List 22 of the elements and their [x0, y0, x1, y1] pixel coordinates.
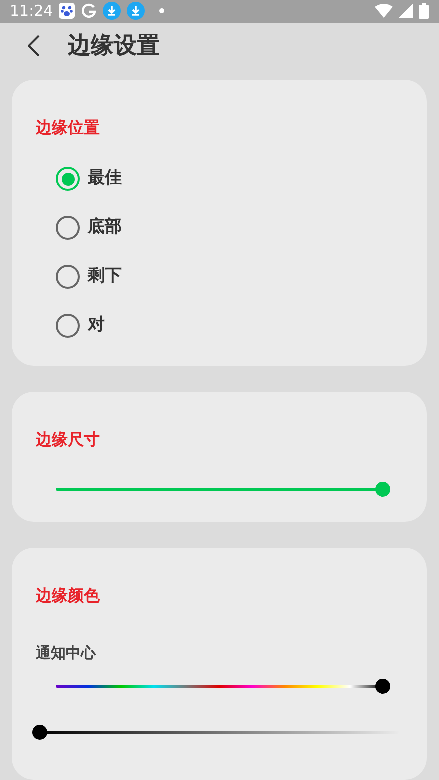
section-title: 边缘颜色 [36, 584, 101, 606]
slider-label: 通知中心 [36, 642, 98, 664]
radio-option[interactable]: 剩下 [56, 262, 403, 292]
radio-option[interactable]: 最佳 [56, 164, 403, 194]
radio-option[interactable]: 底部 [56, 212, 403, 244]
download-icon [127, 2, 146, 20]
g-logo-icon [81, 3, 98, 20]
slider-thumb[interactable] [376, 482, 390, 497]
wifi-icon [375, 4, 393, 18]
download-icon [103, 2, 122, 20]
status-time: 11:24 [10, 1, 54, 22]
signal-icon [399, 4, 413, 18]
page-title: 边缘设置 [68, 32, 160, 61]
back-icon [28, 35, 40, 57]
paw-icon [59, 3, 76, 20]
section-title: 边缘位置 [36, 116, 101, 138]
battery-icon [419, 3, 429, 20]
slider-thumb[interactable] [32, 724, 48, 740]
dot-icon [159, 8, 166, 14]
slider-thumb[interactable] [376, 678, 390, 694]
radio-option[interactable]: 对 [56, 310, 403, 342]
section-title: 边缘尺寸 [36, 428, 101, 450]
